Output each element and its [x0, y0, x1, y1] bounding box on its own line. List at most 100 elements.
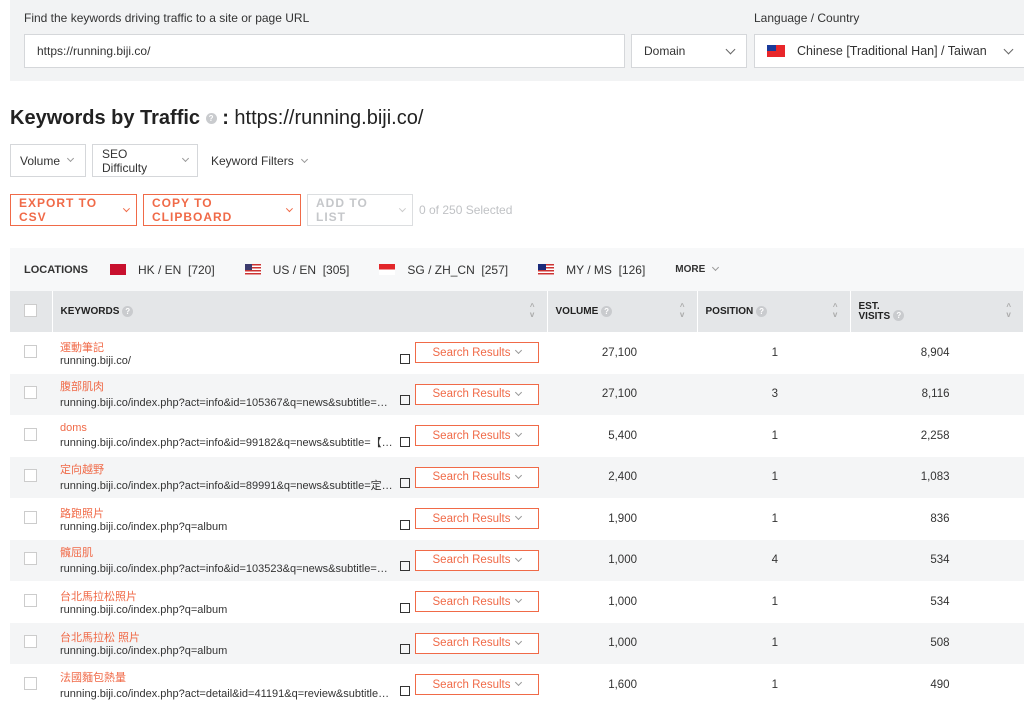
table-row: 髖屈肌 running.biji.co/index.php?act=info&id…: [10, 539, 1024, 581]
volume-cell: 2,400: [547, 456, 697, 498]
location-sg[interactable]: SG / ZH_CN [257]: [379, 263, 508, 277]
visits-cell: 508: [850, 622, 1024, 664]
external-link-icon[interactable]: [400, 436, 410, 447]
visits-cell: 836: [930, 512, 950, 525]
keyword-cell: doms running.biji.co/index.php?act=info&i…: [52, 415, 547, 457]
search-results-button[interactable]: Search Results: [415, 342, 539, 364]
col-est-visits[interactable]: EST. VISITS ? ^ v: [850, 291, 1024, 332]
visits-cell: 490: [930, 678, 950, 691]
position-cell: 1: [771, 678, 778, 691]
row-checkbox[interactable]: [24, 552, 37, 566]
search-results-button[interactable]: Search Results: [415, 425, 539, 447]
keyword-link[interactable]: 腹部肌肉: [60, 378, 400, 394]
help-icon[interactable]: ?: [601, 305, 613, 317]
more-locations-button[interactable]: MORE: [675, 263, 720, 275]
row-checkbox[interactable]: [24, 386, 37, 400]
seo-difficulty-filter[interactable]: SEO Difficulty: [92, 144, 198, 177]
row-checkbox[interactable]: [24, 593, 37, 607]
external-link-icon[interactable]: [400, 395, 410, 406]
help-icon[interactable]: ?: [893, 310, 905, 322]
visits-cell: 8,904: [920, 346, 950, 359]
select-all-checkbox[interactable]: [24, 303, 37, 317]
external-link-icon[interactable]: [400, 685, 410, 696]
export-csv-button[interactable]: EXPORT TO CSV: [10, 194, 137, 226]
search-results-button[interactable]: Search Results: [415, 508, 539, 530]
filter-label: Volume: [20, 153, 61, 168]
keyword-link[interactable]: 髖屈肌: [60, 544, 400, 560]
volume-cell: 5,400: [608, 429, 637, 442]
select-all-cell: [10, 291, 53, 332]
keyword-filters-button[interactable]: Keyword Filters: [211, 154, 308, 168]
search-results-button[interactable]: Search Results: [415, 674, 539, 696]
sort-icon[interactable]: ^ v: [530, 303, 535, 319]
col-volume[interactable]: VOLUME ? ^ v: [547, 291, 698, 332]
keyword-link[interactable]: 台北馬拉松照片: [60, 588, 400, 604]
external-link-icon[interactable]: [400, 519, 410, 530]
keyword-link[interactable]: doms: [60, 422, 400, 434]
language-value: Chinese [Traditional Han] / Taiwan: [797, 44, 987, 58]
location-hk[interactable]: HK / EN [720]: [109, 263, 215, 277]
col-keywords[interactable]: KEYWORDS ? ^ v: [52, 291, 548, 332]
chevron-down-icon: [515, 430, 523, 438]
chevron-down-icon: [515, 679, 523, 687]
search-results-button[interactable]: Search Results: [415, 466, 539, 488]
external-link-icon[interactable]: [400, 602, 410, 613]
sort-icon[interactable]: ^ v: [680, 303, 685, 319]
sort-icon[interactable]: ^ v: [833, 303, 838, 319]
position-cell: 3: [697, 373, 850, 415]
locations-bar: LOCATIONS HK / EN [720] US / EN [305] SG…: [10, 248, 1024, 291]
table-row: 台北馬拉松照片 running.biji.co/index.php?q=album…: [10, 581, 1024, 623]
volume-cell: 27,100: [601, 346, 637, 359]
ranking-url: running.biji.co/index.php?act=detail&id=…: [60, 687, 395, 700]
table-row: 路跑照片 running.biji.co/index.php?q=album Se…: [10, 498, 1024, 540]
url-input[interactable]: https://running.biji.co/: [24, 34, 625, 68]
search-results-button[interactable]: Search Results: [415, 632, 539, 654]
position-cell: 1: [697, 622, 850, 664]
help-icon[interactable]: ?: [205, 113, 217, 125]
row-checkbox[interactable]: [24, 344, 37, 358]
location-us[interactable]: US / EN [305]: [244, 263, 349, 277]
external-link-icon[interactable]: [400, 644, 410, 655]
keyword-cell: 運動筆記 running.biji.co/ Search Results: [52, 332, 547, 374]
external-link-icon[interactable]: [400, 478, 410, 489]
position-cell: 4: [697, 539, 850, 581]
sort-icon[interactable]: ^ v: [1006, 303, 1011, 319]
scope-value: Domain: [644, 44, 686, 58]
row-checkbox[interactable]: [24, 635, 37, 649]
add-to-list-button[interactable]: ADD TO LIST: [307, 194, 413, 226]
chevron-down-icon: [515, 388, 523, 396]
language-select[interactable]: Chinese [Traditional Han] / Taiwan: [754, 34, 1024, 68]
keyword-link[interactable]: 台北馬拉松 照片: [60, 629, 400, 645]
row-checkbox-cell: [10, 456, 52, 498]
keyword-link[interactable]: 路跑照片: [60, 505, 400, 521]
help-icon[interactable]: ?: [122, 305, 134, 317]
filter-label: SEO Difficulty: [102, 146, 148, 175]
table-row: 運動筆記 running.biji.co/ Search Results 27,1…: [10, 332, 1024, 374]
row-checkbox[interactable]: [24, 676, 37, 690]
chevron-down-icon: [182, 154, 190, 163]
external-link-icon[interactable]: [400, 353, 410, 364]
row-checkbox[interactable]: [24, 510, 37, 524]
volume-filter[interactable]: Volume: [10, 144, 86, 177]
volume-cell: 1,900: [608, 512, 637, 525]
position-cell: 1: [771, 595, 778, 608]
search-results-button[interactable]: Search Results: [415, 549, 539, 571]
copy-clipboard-button[interactable]: COPY TO CLIPBOARD: [143, 194, 301, 226]
keyword-link[interactable]: 運動筆記: [60, 339, 400, 355]
position-cell: 1: [697, 456, 850, 498]
sg-flag-icon: [379, 264, 396, 275]
keyword-link[interactable]: 定向越野: [60, 461, 400, 477]
scope-select[interactable]: Domain: [631, 34, 747, 68]
volume-cell: 1,000: [608, 595, 637, 608]
location-my[interactable]: MY / MS [126]: [538, 263, 645, 277]
row-checkbox[interactable]: [24, 469, 37, 483]
table-row: 法國麵包熱量 running.biji.co/index.php?act=deta…: [10, 664, 1024, 706]
col-position[interactable]: POSITION ? ^ v: [697, 291, 851, 332]
keyword-link[interactable]: 法國麵包熱量: [60, 669, 400, 685]
external-link-icon[interactable]: [400, 561, 410, 572]
visits-cell: 8,116: [850, 373, 1024, 415]
search-results-button[interactable]: Search Results: [415, 383, 539, 405]
help-icon[interactable]: ?: [756, 305, 768, 317]
search-results-button[interactable]: Search Results: [415, 591, 539, 613]
row-checkbox[interactable]: [24, 427, 37, 441]
